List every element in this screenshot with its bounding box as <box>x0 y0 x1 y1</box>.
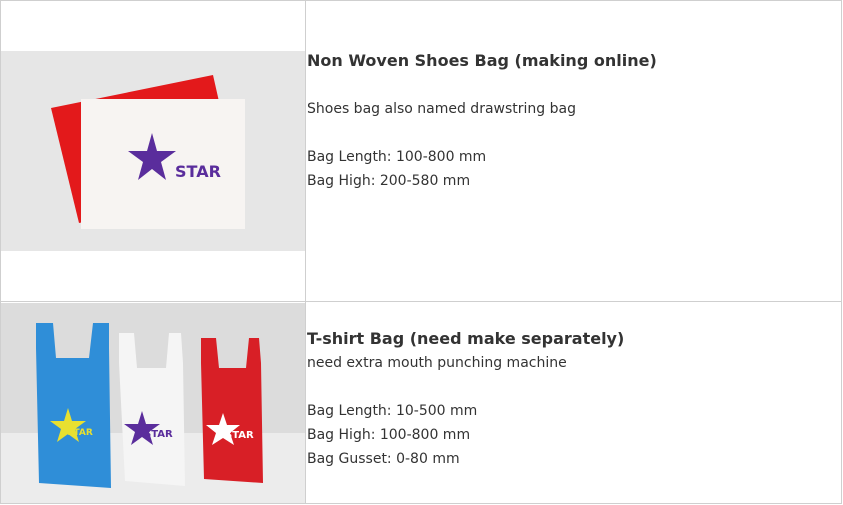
spec-line: Bag Gusset: 0-80 mm <box>307 450 460 467</box>
spec-line: need extra mouth punching machine <box>307 354 567 371</box>
image-cell: STAR <box>0 0 306 302</box>
product-title: T-shirt Bag (need make separately) <box>307 328 625 348</box>
spec-line: Bag Length: 10-500 mm <box>307 402 478 419</box>
table-row: STAR Non Woven Shoes Bag (making online)… <box>0 0 842 302</box>
text-cell: T-shirt Bag (need make separately) need … <box>305 301 842 504</box>
bag-logo-text: STAR <box>225 430 254 441</box>
shoes-bag-photo: STAR <box>1 51 305 251</box>
product-spec-table: STAR Non Woven Shoes Bag (making online)… <box>0 0 842 504</box>
bag-logo-text: STAR <box>175 162 221 181</box>
table-row: STAR STAR STAR T-shirt Bag (need make se… <box>0 301 842 504</box>
bag-logo-text: STAR <box>67 428 93 438</box>
bag-logo-text: STAR <box>144 429 173 440</box>
image-cell: STAR STAR STAR <box>0 301 306 504</box>
spec-line: Bag High: 100-800 mm <box>307 426 471 443</box>
spec-line: Bag High: 200-580 mm <box>307 173 471 189</box>
tshirt-bags-photo: STAR STAR STAR <box>1 302 305 503</box>
text-cell: Non Woven Shoes Bag (making online) Shoe… <box>305 0 842 302</box>
spec-line: Bag Length: 100-800 mm <box>307 149 487 165</box>
spec-line: Shoes bag also named drawstring bag <box>307 101 576 117</box>
product-title: Non Woven Shoes Bag (making online) <box>307 51 657 70</box>
